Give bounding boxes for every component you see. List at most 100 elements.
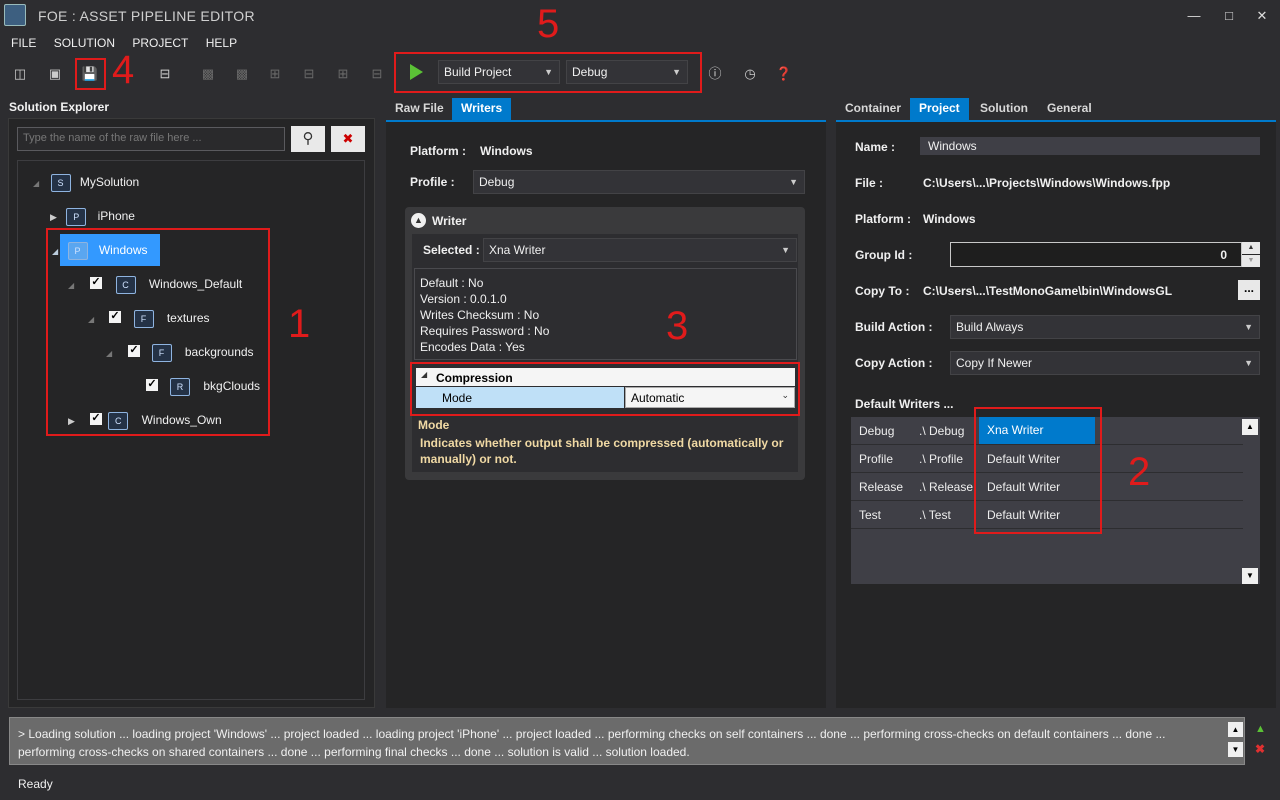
build-action-label: Build Action : [855,320,933,334]
new-solution-icon[interactable]: ◫ [10,64,30,84]
prop-encodes-data: Encodes Data : Yes [420,340,525,354]
folder-icon: F [133,310,154,328]
help-icon[interactable]: ❓ [774,64,794,84]
chevron-down-icon: ▼ [1244,358,1253,368]
tree-backgrounds[interactable]: ◢ ✓ F backgrounds [106,344,254,362]
open-solution-icon[interactable]: ▣ [45,64,65,84]
log-scroll-down-icon[interactable]: ▼ [1228,742,1243,757]
expander-icon: ◢ [68,281,75,290]
add-container-icon[interactable]: ▩ [198,64,218,84]
default-writers-label: Default Writers ... [855,397,954,411]
tree-windows-own[interactable]: ▶ ✓ C Windows_Own [68,412,222,430]
prop-version: Version : 0.0.1.0 [420,292,507,306]
remove-shared-icon[interactable]: ⊟ [367,64,387,84]
collapse-icon[interactable]: ▲ [411,213,426,228]
history-icon[interactable]: ◷ [740,64,760,84]
compression-label: Compression [436,371,513,385]
highlight-box-2 [974,407,1102,534]
tree-solution[interactable]: ◢ S MySolution [33,174,139,192]
tab-project[interactable]: Project [910,98,969,120]
remove-icon[interactable]: ⊟ [155,64,175,84]
chevron-right-icon: ▶ [68,416,75,426]
minimize-icon[interactable]: — [1184,6,1204,26]
spin-up-icon[interactable]: ▲ [1242,242,1260,254]
windows-default-checkbox[interactable]: ✓ [90,277,102,289]
info-icon[interactable]: ⓘ [705,64,725,84]
menu-file[interactable]: FILE [11,36,36,50]
mode-dropdown[interactable]: Automatic ⌄ [625,387,795,408]
search-input[interactable]: Type the name of the raw file here ... [17,127,285,151]
backgrounds-checkbox[interactable]: ✓ [128,345,140,357]
group-id-label: Group Id : [855,248,913,262]
scroll-down-icon[interactable]: ▼ [1242,568,1258,584]
window-title: FOE : ASSET PIPELINE EDITOR [38,8,255,24]
tree-iphone[interactable]: ▶ P iPhone [50,208,135,226]
log-scroll-up-icon[interactable]: ▲ [1228,722,1243,737]
browse-button[interactable]: ... [1238,280,1260,300]
prop-default: Default : No [420,276,484,290]
platform-label-right: Platform : [855,212,912,226]
collapse-triangle-icon[interactable]: ◢ [421,370,427,379]
tree-windows[interactable]: ◢ P Windows [52,242,148,260]
scroll-up-icon[interactable]: ▲ [1242,419,1258,435]
expander-icon: ◢ [52,247,59,256]
configuration-dropdown[interactable]: Debug ▼ [566,60,688,84]
tab-writers[interactable]: Writers [452,98,512,120]
menu-project[interactable]: PROJECT [132,36,188,50]
tab-container[interactable]: Container [836,98,910,120]
selected-label: Selected : [423,243,480,257]
menu-solution[interactable]: SOLUTION [54,36,115,50]
expander-icon: ◢ [88,315,95,324]
textures-checkbox[interactable]: ✓ [109,311,121,323]
play-icon[interactable] [410,64,423,80]
raw-file-icon: R [170,378,190,396]
tab-solution[interactable]: Solution [971,98,1037,120]
group-id-input[interactable]: 0 [950,242,1242,267]
menu-help[interactable]: HELP [206,36,237,50]
add-file-icon[interactable]: ▩ [232,64,252,84]
build-action-dropdown[interactable]: Build Project ▼ [438,60,560,84]
search-placeholder: Type the name of the raw file here ... [23,132,202,144]
platform-value: Windows [480,144,533,158]
profile-dropdown[interactable]: Debug ▼ [473,170,805,194]
search-button[interactable]: ⚲ [291,126,325,152]
clear-search-button[interactable]: ✖ [331,126,365,152]
prop-requires-password: Requires Password : No [420,324,550,338]
save-icon[interactable]: 💾 [80,64,100,84]
solution-explorer-title: Solution Explorer [9,100,110,114]
tree-bkgclouds[interactable]: ✓ R bkgClouds [146,378,260,396]
platform-value-right: Windows [923,212,976,226]
close-icon[interactable]: ✕ [1252,6,1272,26]
writer-header: Writer [432,214,467,228]
name-label: Name : [855,140,896,154]
prop-writes-checksum: Writes Checksum : No [420,308,540,322]
tree-textures[interactable]: ◢ ✓ F textures [88,310,210,328]
project-icon: P [67,242,88,260]
log-expand-icon[interactable]: ▲ [1255,723,1266,735]
add-item-icon[interactable]: ⊞ [265,64,285,84]
chevron-down-icon: ⌄ [781,390,789,400]
maximize-icon[interactable]: □ [1219,6,1239,26]
windows-own-checkbox[interactable]: ✓ [90,413,102,425]
tab-general[interactable]: General [1038,98,1101,120]
writer-selected-dropdown[interactable]: Xna Writer ▼ [483,238,797,262]
log-text: > Loading solution ... loading project '… [18,727,1166,759]
project-icon: P [66,208,87,226]
add-shared-icon[interactable]: ⊞ [333,64,353,84]
name-field[interactable]: Windows [920,137,1260,155]
copy-action-select[interactable]: Copy If Newer ▼ [950,351,1260,375]
mode-label: Mode [442,391,473,405]
chevron-down-icon: ▼ [544,67,553,77]
copy-action-label: Copy Action : [855,356,933,370]
spin-down-icon[interactable]: ▼ [1242,255,1260,267]
expander-icon: ◢ [106,349,113,358]
log-clear-icon[interactable]: ✖ [1255,742,1265,756]
tree-windows-default[interactable]: ◢ ✓ C Windows_Default [68,276,242,294]
tab-raw-file[interactable]: Raw File [386,98,453,120]
profile-label: Profile : [410,175,455,189]
delete-item-icon[interactable]: ⊟ [299,64,319,84]
copy-to-label: Copy To : [855,284,910,298]
build-action-select[interactable]: Build Always ▼ [950,315,1260,339]
bkgclouds-checkbox[interactable]: ✓ [146,379,158,391]
solution-icon: S [50,174,71,192]
